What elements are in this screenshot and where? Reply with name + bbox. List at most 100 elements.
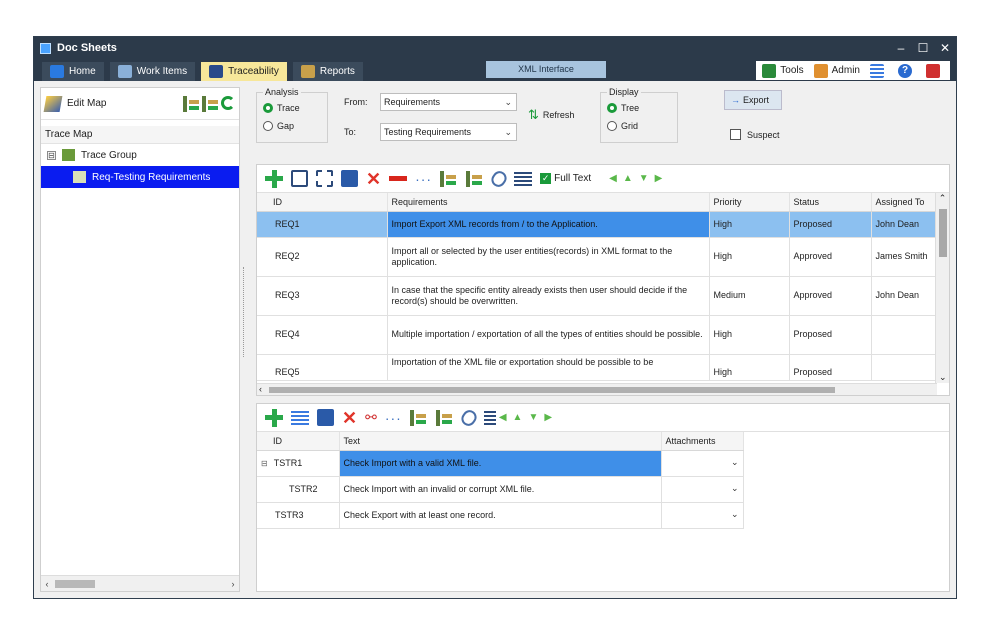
admin-button[interactable]: Admin	[813, 63, 860, 78]
left-horizontal-scrollbar[interactable]: ‹ ›	[41, 575, 239, 591]
arrow-down-icon[interactable]: ▼	[528, 412, 538, 423]
to-label: To:	[344, 127, 357, 137]
arrow-down-icon[interactable]: ▼	[639, 173, 649, 184]
delete-icon[interactable]: ✕	[342, 409, 357, 427]
help-button[interactable]: ?	[898, 63, 916, 78]
requirements-horizontal-scrollbar[interactable]: ‹	[257, 383, 937, 395]
tools-button[interactable]: Tools	[762, 63, 804, 78]
display-grid-radio[interactable]: Grid	[607, 117, 671, 135]
insert-row-icon[interactable]	[291, 170, 308, 187]
insert-row-icon[interactable]	[291, 410, 309, 425]
arrow-left-icon[interactable]: ◀	[609, 173, 617, 184]
tree-collapse-icon[interactable]	[435, 409, 454, 426]
col-id[interactable]: ID	[257, 193, 388, 212]
tab-traceability[interactable]: Traceability	[201, 62, 287, 81]
col-id[interactable]: ID	[257, 432, 340, 451]
panel-splitter[interactable]	[243, 267, 246, 357]
requirements-vertical-scrollbar[interactable]: ⌃ ⌄	[935, 193, 949, 383]
col-text[interactable]: Text	[339, 432, 662, 451]
attachments-dropdown[interactable]: ⌄	[661, 476, 744, 503]
collapse-icon[interactable]: ⊟	[47, 150, 56, 160]
chevron-down-icon: ⌄	[504, 127, 512, 137]
minimize-button[interactable]: –	[890, 41, 912, 55]
full-text-checkbox[interactable]: ✓	[540, 173, 552, 184]
export-button[interactable]: → Export	[724, 90, 782, 110]
ribbon-tabs: Home Work Items Traceability Reports XML…	[34, 59, 956, 81]
scroll-thumb[interactable]	[269, 387, 835, 393]
traceability-icon	[209, 65, 224, 78]
to-dropdown[interactable]: Testing Requirements ⌄	[380, 123, 517, 141]
tree-item-req-testing[interactable]: Req-Testing Requirements	[41, 166, 239, 188]
save-icon[interactable]	[317, 409, 334, 426]
tab-work-items[interactable]: Work Items	[109, 62, 196, 81]
refresh-icon: ⇅	[528, 107, 539, 122]
analysis-gap-radio[interactable]: Gap	[263, 117, 321, 135]
display-tree-radio[interactable]: Tree	[607, 99, 671, 117]
maximize-button[interactable]: ☐	[912, 41, 934, 55]
col-attachments[interactable]: Attachments	[661, 432, 744, 451]
close-button[interactable]: ✕	[934, 41, 956, 55]
add-icon[interactable]	[265, 408, 283, 427]
attachment-icon[interactable]	[488, 167, 510, 190]
exit-button[interactable]	[926, 63, 944, 78]
collapse-icon[interactable]: ⊟	[261, 459, 268, 468]
col-requirements[interactable]: Requirements	[387, 193, 710, 212]
tree-item-trace-group[interactable]: ⊟ Trace Group	[41, 144, 239, 166]
col-status[interactable]: Status	[789, 193, 872, 212]
scroll-thumb[interactable]	[55, 579, 95, 588]
scroll-left-icon[interactable]: ‹	[259, 384, 262, 394]
table-row[interactable]: REQ4 Multiple importation / exportation …	[257, 315, 936, 355]
tab-xml-interface[interactable]: XML Interface	[486, 61, 606, 78]
unlink-icon[interactable]: ⚯	[365, 409, 377, 426]
arrow-up-icon[interactable]: ▲	[513, 412, 523, 423]
table-row[interactable]: REQ5 Importation of the XML file or expo…	[257, 354, 936, 381]
display-group: Display Tree Grid	[600, 87, 678, 143]
col-priority[interactable]: Priority	[709, 193, 790, 212]
table-row[interactable]: ⊟ TSTR1 Check Import with a valid XML fil…	[257, 450, 744, 477]
table-row[interactable]: REQ3 In case that the specific entity al…	[257, 276, 936, 316]
attachment-icon[interactable]	[458, 406, 480, 429]
add-group-icon[interactable]	[183, 95, 199, 112]
scroll-up-icon[interactable]: ⌃	[936, 193, 949, 204]
refresh-map-icon[interactable]	[221, 95, 235, 110]
tab-home[interactable]: Home	[42, 62, 104, 81]
scroll-left-icon[interactable]: ‹	[41, 579, 53, 589]
attachments-dropdown[interactable]: ⌄	[661, 502, 744, 529]
list-button[interactable]	[870, 63, 888, 78]
tree-collapse-icon[interactable]	[466, 170, 485, 187]
add-map-icon[interactable]	[202, 95, 218, 112]
arrow-right-icon[interactable]: ▶	[544, 412, 552, 423]
scroll-down-icon[interactable]: ⌄	[939, 372, 947, 383]
full-text-label: Full Text	[554, 173, 592, 184]
add-icon[interactable]	[265, 169, 283, 188]
group-icon	[62, 149, 75, 161]
scroll-right-icon[interactable]: ›	[227, 579, 239, 589]
arrow-up-icon[interactable]: ▲	[623, 173, 633, 184]
table-row[interactable]: TSTR2 Check Import with an invalid or co…	[257, 476, 744, 503]
tree-expand-icon[interactable]	[440, 170, 459, 187]
columns-icon[interactable]	[514, 171, 533, 186]
table-row[interactable]: REQ1 Import Export XML records from / to…	[257, 211, 936, 238]
arrow-right-icon[interactable]: ▶	[655, 173, 663, 184]
table-row[interactable]: REQ2 Import all or selected by the user …	[257, 237, 936, 277]
more-icon[interactable]: ···	[415, 171, 432, 187]
attachments-dropdown[interactable]: ⌄	[661, 450, 744, 477]
analysis-trace-radio[interactable]: Trace	[263, 99, 321, 117]
remove-link-icon[interactable]	[389, 176, 408, 181]
table-row[interactable]: TSTR3 Check Export with at least one rec…	[257, 502, 744, 529]
insert-child-icon[interactable]	[316, 170, 333, 187]
tree-expand-icon[interactable]	[409, 409, 428, 426]
trace-map-panel: Edit Map Trace Map ⊟ Trace Group Req-Tes…	[40, 87, 240, 592]
edit-map-button[interactable]: Edit Map	[67, 98, 106, 109]
refresh-button[interactable]: ⇅ Refresh	[528, 107, 574, 123]
save-icon[interactable]	[341, 170, 358, 187]
tab-reports[interactable]: Reports	[292, 62, 363, 81]
more-icon[interactable]: ···	[385, 410, 402, 426]
delete-icon[interactable]: ✕	[366, 170, 381, 188]
suspect-checkbox[interactable]: Suspect	[730, 129, 780, 140]
col-assigned-to[interactable]: Assigned To	[871, 193, 936, 212]
scroll-thumb[interactable]	[939, 209, 947, 257]
arrow-left-icon[interactable]: ◀	[499, 412, 507, 423]
from-dropdown[interactable]: Requirements ⌄	[380, 93, 517, 111]
columns-icon[interactable]	[483, 410, 496, 425]
